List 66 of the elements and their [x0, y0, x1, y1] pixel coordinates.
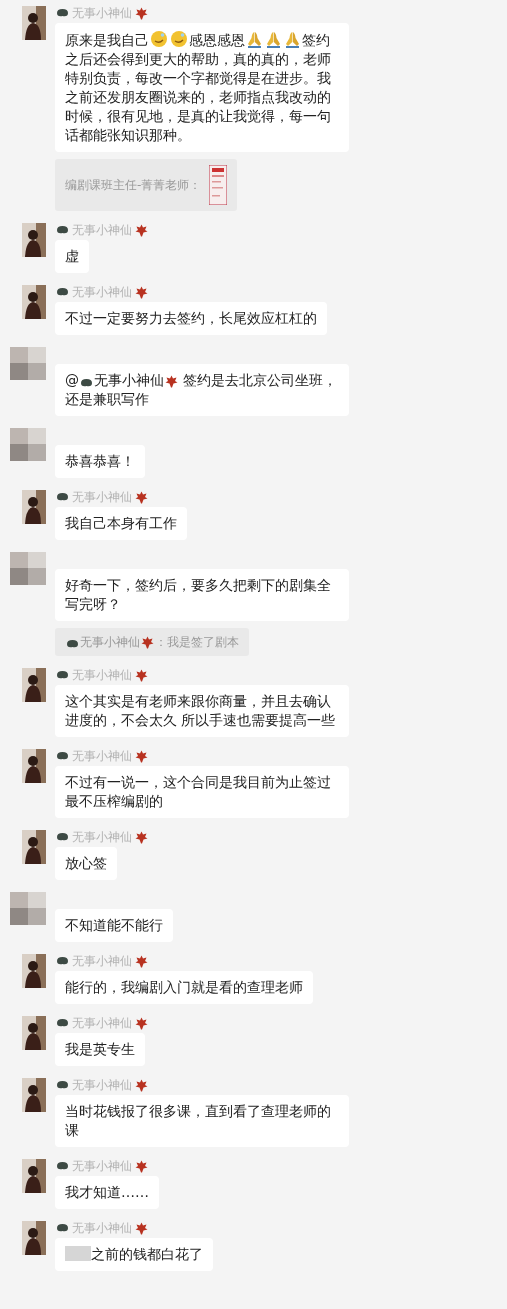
mask-icon	[66, 639, 79, 649]
sender-name: 无事小神仙	[72, 223, 132, 237]
avatar	[10, 892, 46, 925]
mask-icon	[56, 751, 69, 761]
praying-hands-emoji	[246, 31, 263, 48]
praying-hands-emoji	[284, 31, 301, 48]
message-text: 原来是我自己 感恩感恩 签约之后还会得到更大的帮助，真的真的，老师特别负责，每改一个字都觉得是在进步。我之前还发朋友圈说来的，老师指点我改动的时候，很有见地，是真的让我觉得，每一句话都能张知识那种。	[65, 30, 332, 145]
sender-name: 无事小神仙	[72, 1016, 132, 1030]
mask-icon	[80, 378, 93, 388]
avatar	[22, 830, 46, 864]
mask-icon	[56, 1018, 69, 1028]
mask-icon	[56, 492, 69, 502]
message-text: @ 无事小神仙 签约是去北京公司坐班，还是兼职写作	[65, 371, 339, 409]
mask-icon	[56, 956, 69, 966]
quote-text: 无事小神仙 ：我是签了剧本	[65, 634, 239, 650]
avatar	[22, 6, 46, 40]
mask-icon	[56, 670, 69, 680]
avatar	[22, 490, 46, 524]
mask-icon	[56, 1223, 69, 1233]
message-text: 恭喜恭喜！	[65, 452, 135, 471]
message-text: 我自己本身有工作	[65, 514, 177, 533]
mask-icon	[56, 832, 69, 842]
avatar	[10, 552, 46, 585]
sender-name: 无事小神仙	[72, 954, 132, 968]
mask-icon	[56, 8, 69, 18]
avatar	[22, 1078, 46, 1112]
mask-icon	[56, 1161, 69, 1171]
message-text: 我才知道……	[65, 1183, 149, 1202]
avatar	[22, 1016, 46, 1050]
avatar	[22, 285, 46, 319]
avatar	[22, 1221, 46, 1255]
sender-name: 无事小神仙	[72, 6, 132, 20]
quote-text: 编剧课班主任-菁菁老师：	[65, 177, 202, 193]
avatar	[22, 1159, 46, 1193]
sender-name: 无事小神仙	[72, 668, 132, 682]
message-text: 这个其实是有老师来跟你商量，并且去确认进度的，不会太久 所以手速也需要提高一些	[65, 692, 337, 730]
redaction-block	[65, 1246, 91, 1261]
avatar	[22, 749, 46, 783]
sender-name: 无事小神仙	[72, 1078, 132, 1092]
message-text: 当时花钱报了很多课，直到看了查理老师的课	[65, 1102, 332, 1140]
message-text: 虚	[65, 247, 79, 266]
avatar	[22, 223, 46, 257]
message-text: 之前的钱都白花了	[65, 1245, 203, 1264]
mask-icon	[56, 1080, 69, 1090]
message-text: 不过一定要努力去签约，长尾效应杠杠的	[65, 309, 317, 328]
message-text: 我是英专生	[65, 1040, 135, 1059]
mask-icon	[56, 225, 69, 235]
message-text: 能行的，我编剧入门就是看的查理老师	[65, 978, 303, 997]
sender-name: 无事小神仙	[72, 749, 132, 763]
message-text: 好奇一下，签约后，要多久把剩下的剧集全写完呀？	[65, 576, 332, 614]
sweat-face-emoji	[170, 30, 188, 48]
mask-icon	[56, 287, 69, 297]
avatar	[22, 668, 46, 702]
praying-hands-emoji	[265, 31, 282, 48]
sender-name: 无事小神仙	[72, 490, 132, 504]
avatar	[10, 428, 46, 461]
avatar	[10, 347, 46, 380]
sender-name: 无事小神仙	[72, 1221, 132, 1235]
sender-name: 无事小神仙	[72, 830, 132, 844]
message-text: 不过有一说一，这个合同是我目前为止签过最不压榨编剧的	[65, 773, 332, 811]
avatar	[22, 954, 46, 988]
message-text: 不知道能不能行	[65, 916, 163, 935]
sender-name: 无事小神仙	[72, 1159, 132, 1173]
sender-name: 无事小神仙	[72, 285, 132, 299]
message-text: 放心签	[65, 854, 107, 873]
sweat-face-emoji	[150, 30, 168, 48]
